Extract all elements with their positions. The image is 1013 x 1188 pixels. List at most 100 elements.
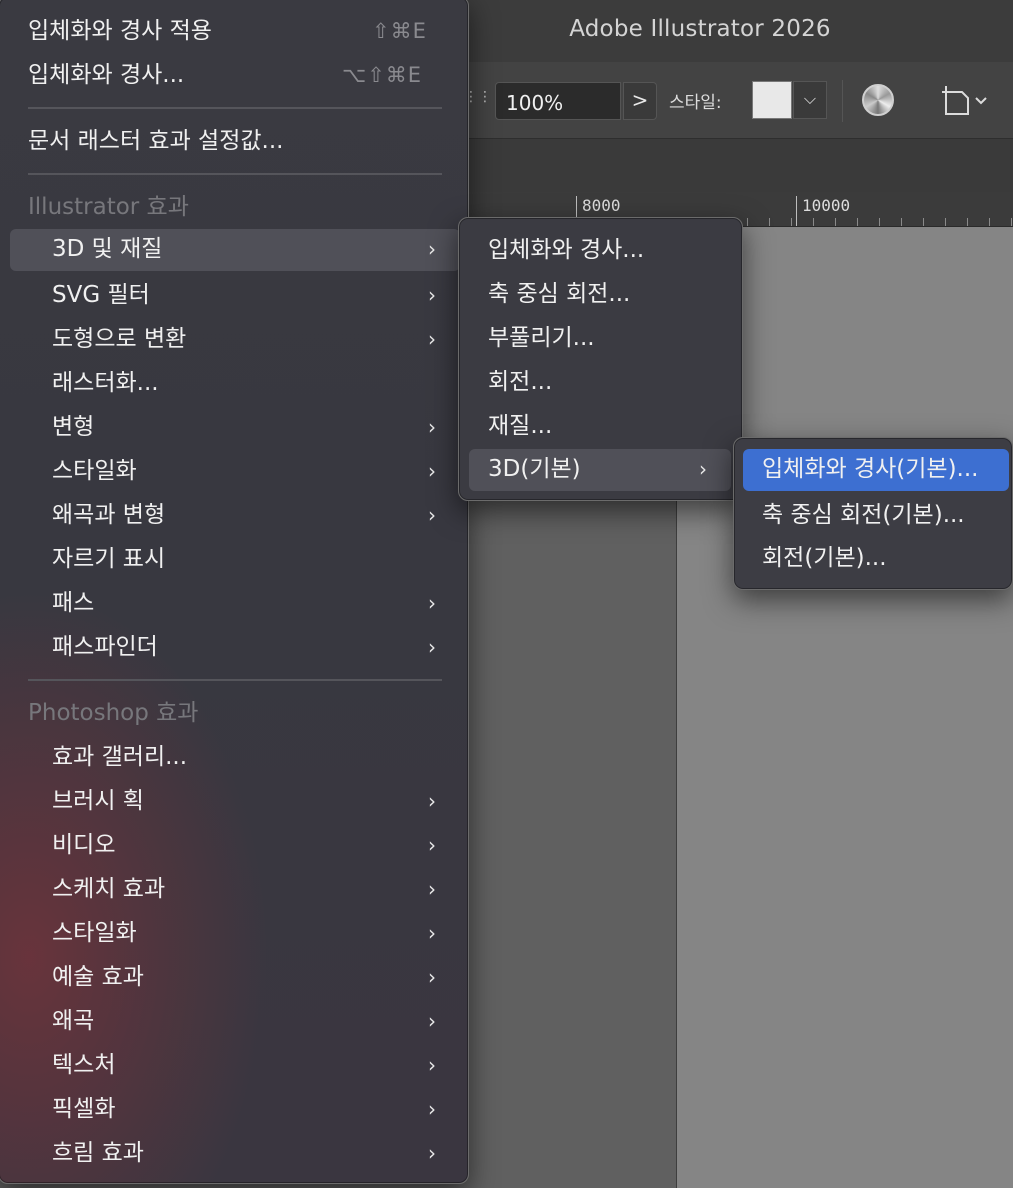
ruler-major-tick [796,196,797,226]
menu-item-label: 도형으로 변환 [52,326,187,352]
menu-item-label: 예술 효과 [52,964,144,990]
menu-item-brush-strokes[interactable]: 브러시 획 › [52,781,452,821]
menu-item-artistic[interactable]: 예술 효과 › [52,957,452,997]
chevron-right-icon: › [428,833,436,857]
menu-item-label: 스타일화 [52,458,137,484]
menu-item-label: 입체화와 경사(기본)... [762,456,979,482]
menu-item-label: 회전... [488,369,553,395]
menu-item-label: 입체화와 경사... [28,62,185,88]
menu-item-transform[interactable]: 변형 › [52,407,452,447]
chevron-right-icon: › [428,1053,436,1077]
submenu-item-extrude-bevel[interactable]: 입체화와 경사... [488,230,728,270]
menu-item-label: 왜곡 [52,1008,95,1034]
chevron-right-icon: › [428,965,436,989]
menu-item-distort-transform[interactable]: 왜곡과 변형 › [52,495,452,535]
chevron-right-icon: › [428,237,436,261]
menu-item-svg-filters[interactable]: SVG 필터 › [52,275,452,315]
ruler-label-8000: 8000 [582,196,621,215]
section-header-photoshop: Photoshop 효과 [28,700,199,726]
menu-item-video[interactable]: 비디오 › [52,825,452,865]
chevron-right-icon: › [428,283,436,307]
style-label: 스타일: [669,93,722,113]
recolor-artwork-icon[interactable] [862,84,894,116]
menu-item-label: 재질... [488,413,553,439]
menu-item-convert-to-shape[interactable]: 도형으로 변환 › [52,319,452,359]
style-swatch[interactable] [752,81,792,119]
submenu-item-revolve[interactable]: 축 중심 회전... [488,274,728,314]
menu-item-label: 비디오 [52,832,116,858]
effect-menu: 입체화와 경사 적용 ⇧⌘E 입체화와 경사... ⌥⇧⌘E 문서 래스터 효과… [0,0,469,1184]
menu-item-extrude-bevel[interactable]: 입체화와 경사... ⌥⇧⌘E [28,55,448,95]
menu-item-rasterize[interactable]: 래스터화... [52,363,452,403]
submenu-item-inflate[interactable]: 부풀리기... [488,318,728,358]
chevron-right-icon: › [428,921,436,945]
menu-item-blur[interactable]: 흐림 효과 › [52,1133,452,1173]
menu-item-label: 왜곡과 변형 [52,502,166,528]
chevron-right-icon: › [428,1097,436,1121]
toolbar-divider [842,80,843,122]
menu-item-label: 스타일화 [52,920,137,946]
menu-item-label: 텍스처 [52,1052,116,1078]
menu-item-apply-extrude-bevel[interactable]: 입체화와 경사 적용 ⇧⌘E [28,11,448,51]
style-dropdown-button[interactable]: ⌵ [793,81,827,119]
artboard-options-icon[interactable] [940,84,990,118]
chevron-right-icon: › [428,327,436,351]
menu-item-label: SVG 필터 [52,282,150,308]
menu-item-effect-gallery[interactable]: 효과 갤러리... [52,737,452,777]
submenu-item-rotate-classic[interactable]: 회전(기본)... [762,538,1002,578]
app-title: Adobe Illustrator 2026 [569,16,831,42]
menu-item-crop-marks[interactable]: 자르기 표시 [52,539,452,579]
menu-item-pathfinder[interactable]: 패스파인더 › [52,627,452,667]
menu-item-sketch[interactable]: 스케치 효과 › [52,869,452,909]
opacity-input[interactable]: 100% [495,82,621,120]
chevron-right-icon: › [428,415,436,439]
menu-item-label: 효과 갤러리... [52,744,188,770]
menu-item-ps-stylize[interactable]: 스타일화 › [52,913,452,953]
menu-item-3d-materials[interactable]: 3D 및 재질 › [10,229,460,271]
chevron-right-icon: › [428,1009,436,1033]
submenu-3d-materials: 입체화와 경사... 축 중심 회전... 부풀리기... 회전... 재질..… [458,217,743,501]
submenu-item-revolve-classic[interactable]: 축 중심 회전(기본)... [762,495,1002,535]
menu-item-label: 변형 [52,414,95,440]
menu-divider [28,173,442,175]
ruler-label-10000: 10000 [802,196,851,215]
menu-item-label: 회전(기본)... [762,545,887,571]
menu-item-texture[interactable]: 텍스처 › [52,1045,452,1085]
menu-item-label: 부풀리기... [488,325,595,351]
submenu-item-3d-classic[interactable]: 3D(기본) › [469,449,731,491]
menu-item-stylize[interactable]: 스타일화 › [52,451,452,491]
section-header-illustrator: Illustrator 효과 [28,194,189,220]
chevron-right-icon: › [428,459,436,483]
menu-item-label: 스케치 효과 [52,876,166,902]
menu-item-label: 흐림 효과 [52,1140,144,1166]
menu-item-label: 픽셀화 [52,1096,116,1122]
menu-divider [28,107,442,109]
shortcut-label: ⌥⇧⌘E [342,63,423,87]
submenu-3d-classic: 입체화와 경사(기본)... 축 중심 회전(기본)... 회전(기본)... [733,437,1013,590]
menu-item-label: 입체화와 경사... [488,237,645,263]
menu-item-pixelate[interactable]: 픽셀화 › [52,1089,452,1129]
menu-item-label: 3D 및 재질 [52,236,163,262]
menu-item-label: 입체화와 경사 적용 [28,18,212,44]
menu-item-label: 축 중심 회전... [488,281,631,307]
menu-item-label: 래스터화... [52,370,159,396]
chevron-right-icon: › [428,635,436,659]
shortcut-label: ⇧⌘E [372,19,427,43]
chevron-right-icon: › [428,503,436,527]
chevron-right-icon: › [428,789,436,813]
menu-item-document-raster-settings[interactable]: 문서 래스터 효과 설정값... [28,121,448,161]
chevron-right-icon: › [428,591,436,615]
menu-item-label: 문서 래스터 효과 설정값... [28,128,284,154]
opacity-arrow-button[interactable]: > [623,82,657,120]
menu-item-label: 3D(기본) [488,456,581,482]
submenu-item-materials[interactable]: 재질... [488,406,728,446]
menu-item-label: 축 중심 회전(기본)... [762,502,965,528]
submenu-item-rotate[interactable]: 회전... [488,362,728,402]
menu-item-distort[interactable]: 왜곡 › [52,1001,452,1041]
menu-item-path[interactable]: 패스 › [52,583,452,623]
menu-item-label: 패스파인더 [52,634,158,660]
submenu-item-extrude-bevel-classic[interactable]: 입체화와 경사(기본)... [743,449,1009,491]
chevron-right-icon: › [428,1141,436,1165]
menu-item-label: 자르기 표시 [52,546,166,572]
chevron-right-icon: › [699,457,707,481]
